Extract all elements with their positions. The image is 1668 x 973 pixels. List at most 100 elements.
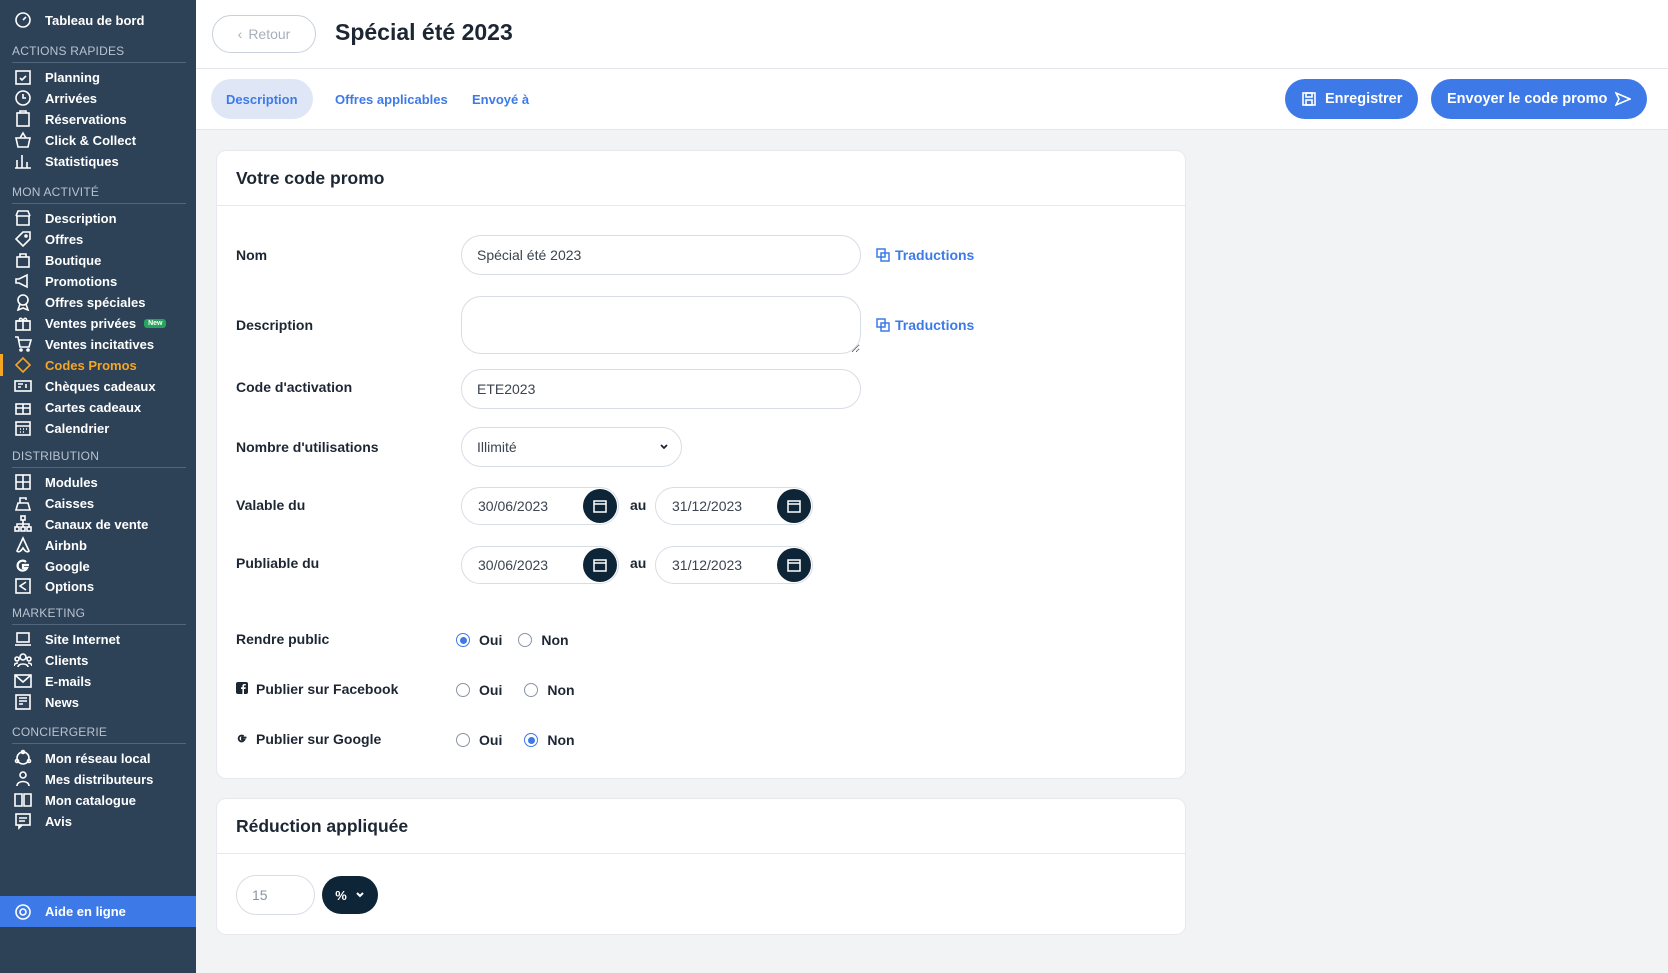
sidebar-item-planning[interactable]: Planning: [0, 66, 196, 88]
name-translations-link[interactable]: Traductions: [876, 247, 974, 263]
reduction-value-field[interactable]: 15: [236, 875, 315, 915]
sidebar-item-label: Offres spéciales: [45, 294, 146, 310]
calendar-button[interactable]: [583, 548, 617, 582]
translations-label: Traductions: [895, 317, 975, 333]
sidebar-item-label: Google: [45, 558, 90, 574]
activation-code-field[interactable]: ETE2023: [461, 369, 861, 409]
calendar-button[interactable]: [777, 548, 811, 582]
sidebar-item-description[interactable]: Description: [0, 207, 196, 229]
uses-select[interactable]: Illimité: [461, 427, 682, 467]
sidebar-item-website[interactable]: Site Internet: [0, 628, 196, 650]
sidebar-item-label: Modules: [45, 474, 98, 490]
sidebar-item-label: Promotions: [45, 273, 118, 289]
radio[interactable]: [456, 733, 470, 747]
cart-icon: [12, 335, 33, 353]
sidebar-item-news[interactable]: News: [0, 691, 196, 713]
facebook-no-option[interactable]: Non: [524, 682, 575, 698]
sidebar-item-gift-cards[interactable]: Cartes cadeaux: [0, 396, 196, 418]
calendar-button[interactable]: [583, 489, 617, 523]
floppy-icon: [1302, 92, 1316, 106]
sidebar-item-promotions[interactable]: Promotions: [0, 270, 196, 292]
shopping-bag-icon: [12, 251, 33, 269]
sidebar-item-label: Réservations: [45, 111, 127, 127]
chevron-down-icon: [659, 439, 669, 455]
calendar-button[interactable]: [777, 489, 811, 523]
new-badge: New: [144, 318, 167, 328]
sidebar-item-label: Codes Promos: [45, 357, 137, 373]
sidebar-item-upsells[interactable]: Ventes incitatives: [0, 333, 196, 355]
sidebar-item-distributors[interactable]: Mes distributeurs: [0, 768, 196, 790]
sidebar-item-label: Arrivées: [45, 90, 98, 106]
sidebar-item-local-network[interactable]: Mon réseau local: [0, 747, 196, 769]
sidebar-item-options[interactable]: Options: [0, 575, 196, 597]
description-translations-link[interactable]: Traductions: [876, 317, 974, 333]
sidebar-item-special-offers[interactable]: Offres spéciales: [0, 291, 196, 313]
public-yes-option[interactable]: Oui: [456, 632, 502, 648]
description-label: Description: [236, 317, 314, 333]
help-online-button[interactable]: Aide en ligne: [0, 896, 196, 927]
sidebar-item-airbnb[interactable]: Airbnb: [0, 534, 196, 556]
reduction-card: Réduction appliquée 15 %: [216, 798, 1186, 935]
sidebar-item-clients[interactable]: Clients: [0, 649, 196, 671]
sidebar-item-click-collect[interactable]: Click & Collect: [0, 129, 196, 151]
sidebar-item-reviews[interactable]: Avis: [0, 810, 196, 832]
radio[interactable]: [518, 633, 533, 647]
name-field[interactable]: Spécial été 2023: [461, 235, 861, 275]
sidebar-item-promo-codes[interactable]: Codes Promos: [0, 354, 196, 376]
sidebar-item-label: News: [45, 694, 79, 710]
google-label: Publier sur Google: [236, 731, 381, 747]
sidebar-item-arrivals[interactable]: Arrivées: [0, 87, 196, 109]
sidebar-item-reservations[interactable]: Réservations: [0, 108, 196, 130]
google-yes-option[interactable]: Oui: [456, 732, 502, 748]
publish-to-field[interactable]: 31/12/2023: [655, 546, 813, 584]
reduction-unit-select[interactable]: %: [322, 876, 378, 914]
radio[interactable]: [456, 683, 470, 697]
sidebar-item-statistics[interactable]: Statistiques: [0, 150, 196, 172]
gift-icon: [12, 314, 33, 332]
publish-from-field[interactable]: 30/06/2023: [461, 546, 619, 584]
public-no-option[interactable]: Non: [518, 632, 569, 648]
back-label: Retour: [248, 26, 291, 42]
users-icon: [12, 651, 33, 669]
sidebar-item-google[interactable]: Google: [0, 555, 196, 577]
valid-to-field[interactable]: 31/12/2023: [655, 487, 813, 525]
tab-description[interactable]: Description: [211, 79, 313, 119]
sidebar-item-channels[interactable]: Canaux de vente: [0, 513, 196, 535]
publish-label: Publiable du: [236, 555, 320, 571]
tab-sent-to[interactable]: Envoyé à: [457, 79, 544, 119]
description-field[interactable]: [461, 296, 861, 354]
facebook-yes-option[interactable]: Oui: [456, 682, 502, 698]
clock-icon: [12, 89, 33, 107]
megaphone-icon: [12, 272, 33, 290]
google-radio-group: Oui Non: [456, 732, 591, 748]
sidebar-item-emails[interactable]: E-mails: [0, 670, 196, 692]
sidebar-item-calendar[interactable]: Calendrier: [0, 417, 196, 439]
sidebar-item-label: Mes distributeurs: [45, 771, 154, 787]
store-icon: [12, 209, 33, 227]
radio[interactable]: [524, 683, 539, 697]
save-button[interactable]: Enregistrer: [1285, 79, 1419, 119]
radio-checked[interactable]: [524, 733, 539, 747]
send-promo-button[interactable]: Envoyer le code promo: [1431, 79, 1648, 119]
name-label: Nom: [236, 247, 268, 263]
tab-applicable-offers[interactable]: Offres applicables: [320, 79, 463, 119]
radio-checked[interactable]: [456, 633, 470, 647]
sidebar-item-shop[interactable]: Boutique: [0, 249, 196, 271]
valid-from-field[interactable]: 30/06/2023: [461, 487, 619, 525]
sidebar-item-label: Canaux de vente: [45, 516, 149, 532]
google-no-option[interactable]: Non: [524, 732, 575, 748]
sidebar-item-registers[interactable]: Caisses: [0, 492, 196, 514]
sidebar-item-private-sales[interactable]: Ventes privées New: [0, 312, 196, 334]
google-label-text: Publier sur Google: [256, 731, 382, 747]
back-button[interactable]: ‹ Retour: [212, 15, 316, 53]
message-icon: [12, 812, 33, 830]
sidebar-item-modules[interactable]: Modules: [0, 471, 196, 493]
sidebar-item-catalog[interactable]: Mon catalogue: [0, 789, 196, 811]
sidebar-item-offers[interactable]: Offres: [0, 228, 196, 250]
sidebar-item-gift-checks[interactable]: Chèques cadeaux: [0, 375, 196, 397]
sidebar-item-dashboard[interactable]: Tableau de bord: [0, 9, 196, 31]
sidebar-item-label: Statistiques: [45, 153, 119, 169]
facebook-label-text: Publier sur Facebook: [256, 681, 399, 697]
sidebar-item-label: Cartes cadeaux: [45, 399, 142, 415]
promo-code-card: Votre code promo Nom Spécial été 2023 Tr…: [216, 150, 1186, 779]
